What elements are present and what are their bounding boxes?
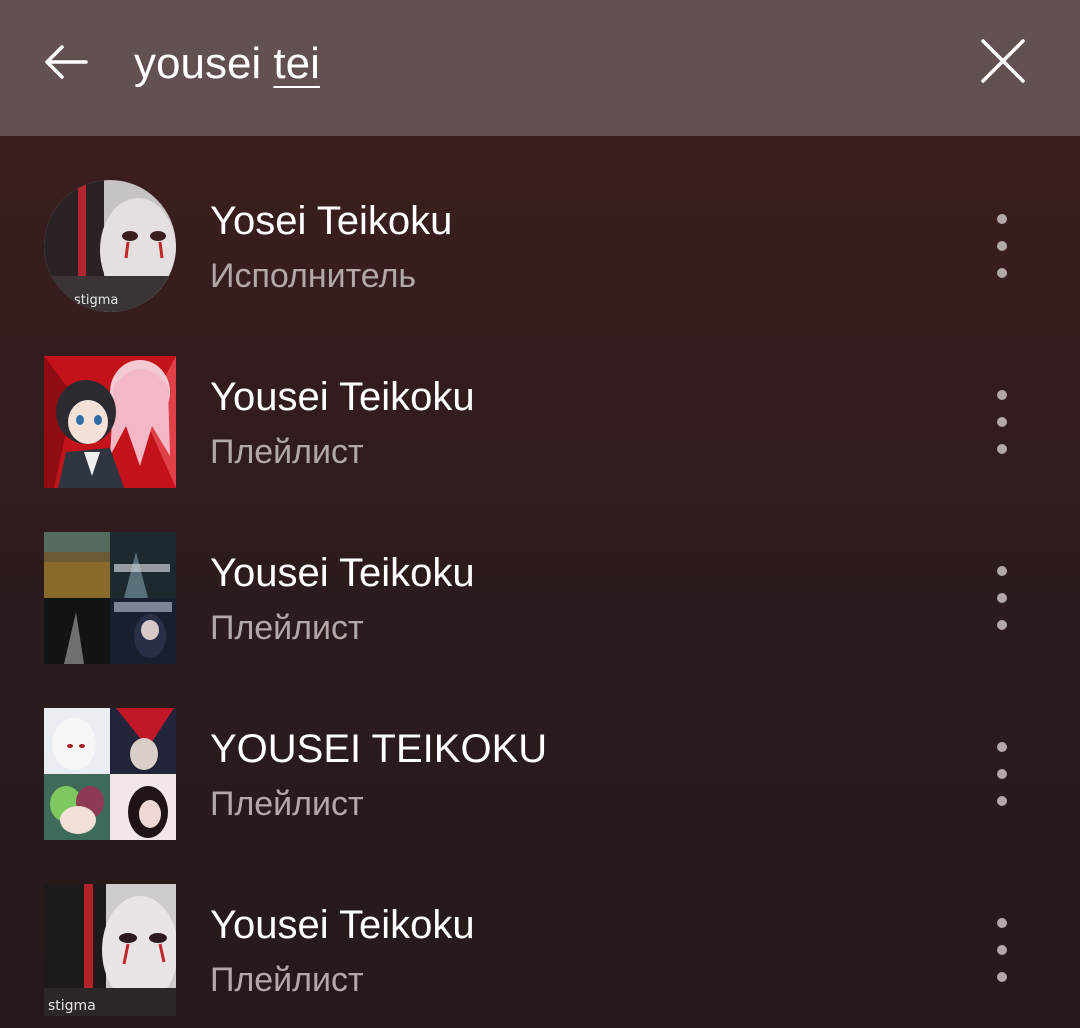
more-vertical-icon [997, 214, 1007, 224]
more-options-button[interactable] [976, 734, 1028, 814]
result-row[interactable]: Yousei Teikoku Плейлист [0, 488, 1080, 664]
search-query-composing-text: tei [273, 39, 320, 88]
result-subtitle: Плейлист [210, 609, 364, 647]
playlist-cover-mosaic [44, 532, 176, 664]
playlist-cover-mosaic [44, 708, 176, 840]
artist-image: stigma [44, 180, 176, 312]
search-query-text: yousei [134, 39, 274, 88]
back-button[interactable] [36, 32, 96, 92]
playlist-cover-image [44, 356, 176, 488]
more-options-button[interactable] [976, 558, 1028, 638]
result-title: Yosei Teikoku [210, 199, 453, 243]
result-row[interactable]: Yousei Teikoku Плейлист [0, 312, 1080, 488]
result-subtitle: Плейлист [210, 961, 364, 999]
more-vertical-icon [997, 918, 1007, 928]
result-row[interactable]: stigma Yousei Teikoku Плейлист [0, 840, 1080, 1016]
search-input[interactable]: yousei tei [134, 38, 320, 90]
svg-text:stigma: stigma [48, 998, 96, 1014]
more-vertical-icon [997, 566, 1007, 576]
arrow-left-icon [45, 45, 88, 79]
more-options-button[interactable] [976, 382, 1028, 462]
more-options-button[interactable] [976, 206, 1028, 286]
svg-text:stigma: stigma [74, 293, 118, 308]
result-subtitle: Плейлист [210, 785, 364, 823]
close-icon [981, 39, 1025, 83]
result-row[interactable]: stigma Yosei Teikoku Исполнитель [0, 136, 1080, 312]
result-row[interactable]: YOUSEI TEIKOKU Плейлист [0, 664, 1080, 840]
search-bar: yousei tei [0, 0, 1080, 136]
result-subtitle: Исполнитель [210, 257, 417, 295]
result-title: YOUSEI TEIKOKU [210, 727, 548, 771]
result-title: Yousei Teikoku [210, 903, 475, 947]
result-subtitle: Плейлист [210, 433, 364, 471]
more-options-button[interactable] [976, 910, 1028, 990]
clear-search-button[interactable] [970, 28, 1036, 94]
more-vertical-icon [997, 742, 1007, 752]
result-title: Yousei Teikoku [210, 375, 475, 419]
result-title: Yousei Teikoku [210, 551, 475, 595]
playlist-cover-image: stigma [44, 884, 176, 1016]
more-vertical-icon [997, 390, 1007, 400]
